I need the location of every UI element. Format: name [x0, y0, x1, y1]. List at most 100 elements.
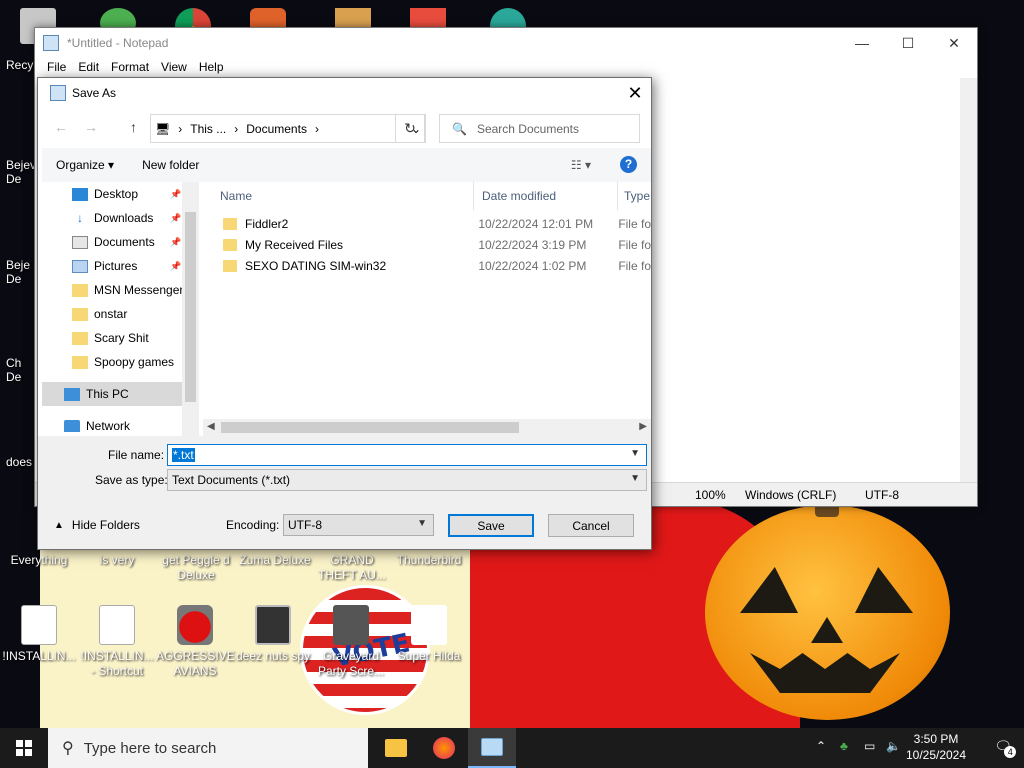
- desktop-icon-everything[interactable]: Everything: [0, 553, 78, 568]
- notification-center-button[interactable]: 🗨 4: [994, 738, 1017, 758]
- dialog-close-button[interactable]: ✕: [619, 83, 651, 104]
- desktop-icon-label[interactable]: Ch De: [6, 356, 36, 384]
- file-date: 10/22/2024 12:01 PM: [478, 216, 594, 231]
- desktop-icon-label[interactable]: Recy: [6, 58, 33, 72]
- menu-help[interactable]: Help: [193, 58, 230, 78]
- wallpaper-pumpkin: [705, 483, 950, 720]
- menu-edit[interactable]: Edit: [72, 58, 105, 78]
- nav-item-desktop[interactable]: Desktop 📌: [42, 182, 182, 206]
- file-name-field[interactable]: *.txt ▼: [167, 444, 647, 466]
- notepad-menubar: File Edit Format View Help: [35, 58, 977, 78]
- save-button[interactable]: Save: [448, 514, 534, 537]
- desktop-icon-installer-shortcut[interactable]: !INSTALLIN... - Shortcut: [78, 605, 156, 679]
- maximize-button[interactable]: ☐: [885, 28, 931, 58]
- column-type[interactable]: Type: [618, 182, 650, 210]
- column-date-modified[interactable]: Date modified: [474, 182, 618, 210]
- desktop-icon-label[interactable]: does: [6, 455, 32, 469]
- search-icon: 🔍: [452, 121, 467, 136]
- desktop-icon-label[interactable]: Bejev De: [6, 158, 36, 186]
- folder-icon: [223, 238, 237, 251]
- notification-count-badge: 4: [1004, 746, 1017, 758]
- chevron-down-icon[interactable]: ▼: [630, 448, 640, 459]
- desktop-icon-thunderbird[interactable]: Thunderbird: [390, 553, 468, 568]
- desktop-icon-aggressive-avians[interactable]: AGGRESSIVE AVIANS: [156, 605, 235, 679]
- organize-button[interactable]: Organize ▾: [42, 158, 128, 172]
- nav-item-this-pc[interactable]: This PC: [42, 382, 182, 406]
- encoding-label: Encoding:: [226, 518, 280, 532]
- hide-folders-button[interactable]: ▲ Hide Folders: [54, 518, 140, 532]
- save-as-type-select[interactable]: Text Documents (*.txt) ▼: [167, 469, 647, 491]
- tray-app-icon[interactable]: ♣: [840, 739, 848, 753]
- file-row[interactable]: My Received Files 10/22/2024 3:19 PM Fil…: [203, 234, 651, 255]
- dialog-titlebar[interactable]: Save As ✕: [38, 78, 651, 108]
- encoding-select[interactable]: UTF-8 ▼: [283, 514, 434, 536]
- address-bar[interactable]: 🖥 › This ... › Documents › ⌄: [150, 114, 426, 143]
- notepad-scrollbar[interactable]: [960, 78, 977, 482]
- status-zoom: 100%: [695, 488, 726, 502]
- notepad-titlebar[interactable]: *Untitled - Notepad — ☐ ✕: [35, 28, 977, 58]
- view-options-button[interactable]: ☷ ▾: [571, 158, 591, 172]
- file-list-horizontal-scrollbar[interactable]: ◀ ▶: [203, 419, 651, 436]
- taskbar-clock[interactable]: 3:50 PM 10/25/2024: [896, 731, 976, 763]
- menu-view[interactable]: View: [155, 58, 193, 78]
- taskbar-notepad[interactable]: [468, 728, 516, 768]
- cancel-button[interactable]: Cancel: [548, 514, 634, 537]
- new-folder-button[interactable]: New folder: [128, 158, 213, 172]
- start-button[interactable]: [0, 728, 48, 768]
- close-button[interactable]: ✕: [931, 28, 977, 58]
- scrollbar-thumb[interactable]: [221, 422, 519, 433]
- help-icon[interactable]: ?: [620, 156, 637, 173]
- network-icon[interactable]: ▭: [864, 739, 875, 753]
- desktop-icon-installer[interactable]: !INSTALLIN...: [0, 605, 78, 664]
- clock-date: 10/25/2024: [905, 748, 967, 762]
- nav-item-network[interactable]: Network: [42, 414, 182, 432]
- breadcrumb-documents[interactable]: Documents: [242, 122, 311, 136]
- chevron-up-icon[interactable]: ⌃: [816, 739, 826, 753]
- nav-item-scary-shit[interactable]: Scary Shit: [42, 326, 182, 350]
- breadcrumb-separator: ›: [314, 121, 319, 136]
- nav-item-label: MSN Messenger: [94, 283, 182, 297]
- download-arrow-icon: ↓: [77, 210, 83, 225]
- file-list: Name Date modified Type ⌃ Fiddler2 10/22…: [203, 182, 651, 420]
- desktop-icon-graveyard[interactable]: Graveyard Party Scre...: [312, 605, 390, 679]
- folder-icon: [223, 259, 237, 272]
- scroll-left-icon[interactable]: ◀: [207, 421, 215, 432]
- search-input[interactable]: 🔍 Search Documents: [439, 114, 640, 143]
- file-type: File fo: [618, 216, 651, 231]
- file-row[interactable]: Fiddler2 10/22/2024 12:01 PM File fo: [203, 213, 651, 234]
- nav-item-onstar[interactable]: onstar: [42, 302, 182, 326]
- refresh-button[interactable]: ↻: [395, 114, 425, 143]
- desktop-icon-label[interactable]: Beje De: [6, 258, 36, 286]
- desktop-icon-deez-nuts[interactable]: deez nuts spy: [234, 605, 312, 664]
- scroll-right-icon[interactable]: ▶: [639, 421, 647, 432]
- breadcrumb-this-pc[interactable]: This ...: [186, 122, 230, 136]
- nav-item-documents[interactable]: Documents 📌: [42, 230, 182, 254]
- back-button[interactable]: ←: [54, 119, 68, 135]
- nav-pane-scrollbar[interactable]: [182, 182, 199, 436]
- up-button[interactable]: ↑: [130, 119, 137, 135]
- minimize-button[interactable]: —: [839, 28, 885, 58]
- status-encoding: UTF-8: [865, 488, 899, 502]
- taskbar: ⚲ Type here to search ⌃ ♣ ▭ 🔈 3:50 PM 10…: [0, 728, 1024, 768]
- file-row[interactable]: SEXO DATING SIM-win32 10/22/2024 1:02 PM…: [203, 255, 651, 276]
- menu-file[interactable]: File: [41, 58, 72, 78]
- desktop-icon-peggle[interactable]: get Peggle d Deluxe: [157, 553, 235, 583]
- nav-item-downloads[interactable]: ↓ Downloads 📌: [42, 206, 182, 230]
- menu-format[interactable]: Format: [105, 58, 155, 78]
- desktop-icon-gta[interactable]: GRAND THEFT AU...: [313, 553, 391, 583]
- taskbar-file-explorer[interactable]: [372, 728, 420, 768]
- desktop-icon-super-hilda[interactable]: Super Hilda: [390, 605, 468, 664]
- nav-item-msn-messenger[interactable]: MSN Messenger: [42, 278, 182, 302]
- taskbar-search-box[interactable]: ⚲ Type here to search: [48, 728, 368, 768]
- desktop-icon-zuma[interactable]: Zuma Deluxe: [236, 553, 314, 568]
- taskbar-firefox[interactable]: [420, 728, 468, 768]
- desktop-icon-label[interactable]: is very: [78, 553, 156, 568]
- forward-button[interactable]: →: [84, 119, 98, 135]
- navigation-pane: Desktop 📌 ↓ Downloads 📌 Documents 📌 Pict…: [42, 182, 182, 432]
- documents-icon: [72, 235, 88, 249]
- nav-item-label: Spoopy games: [94, 355, 175, 369]
- scrollbar-thumb[interactable]: [185, 212, 196, 402]
- nav-item-spoopy-games[interactable]: Spoopy games: [42, 350, 182, 374]
- nav-item-pictures[interactable]: Pictures 📌: [42, 254, 182, 278]
